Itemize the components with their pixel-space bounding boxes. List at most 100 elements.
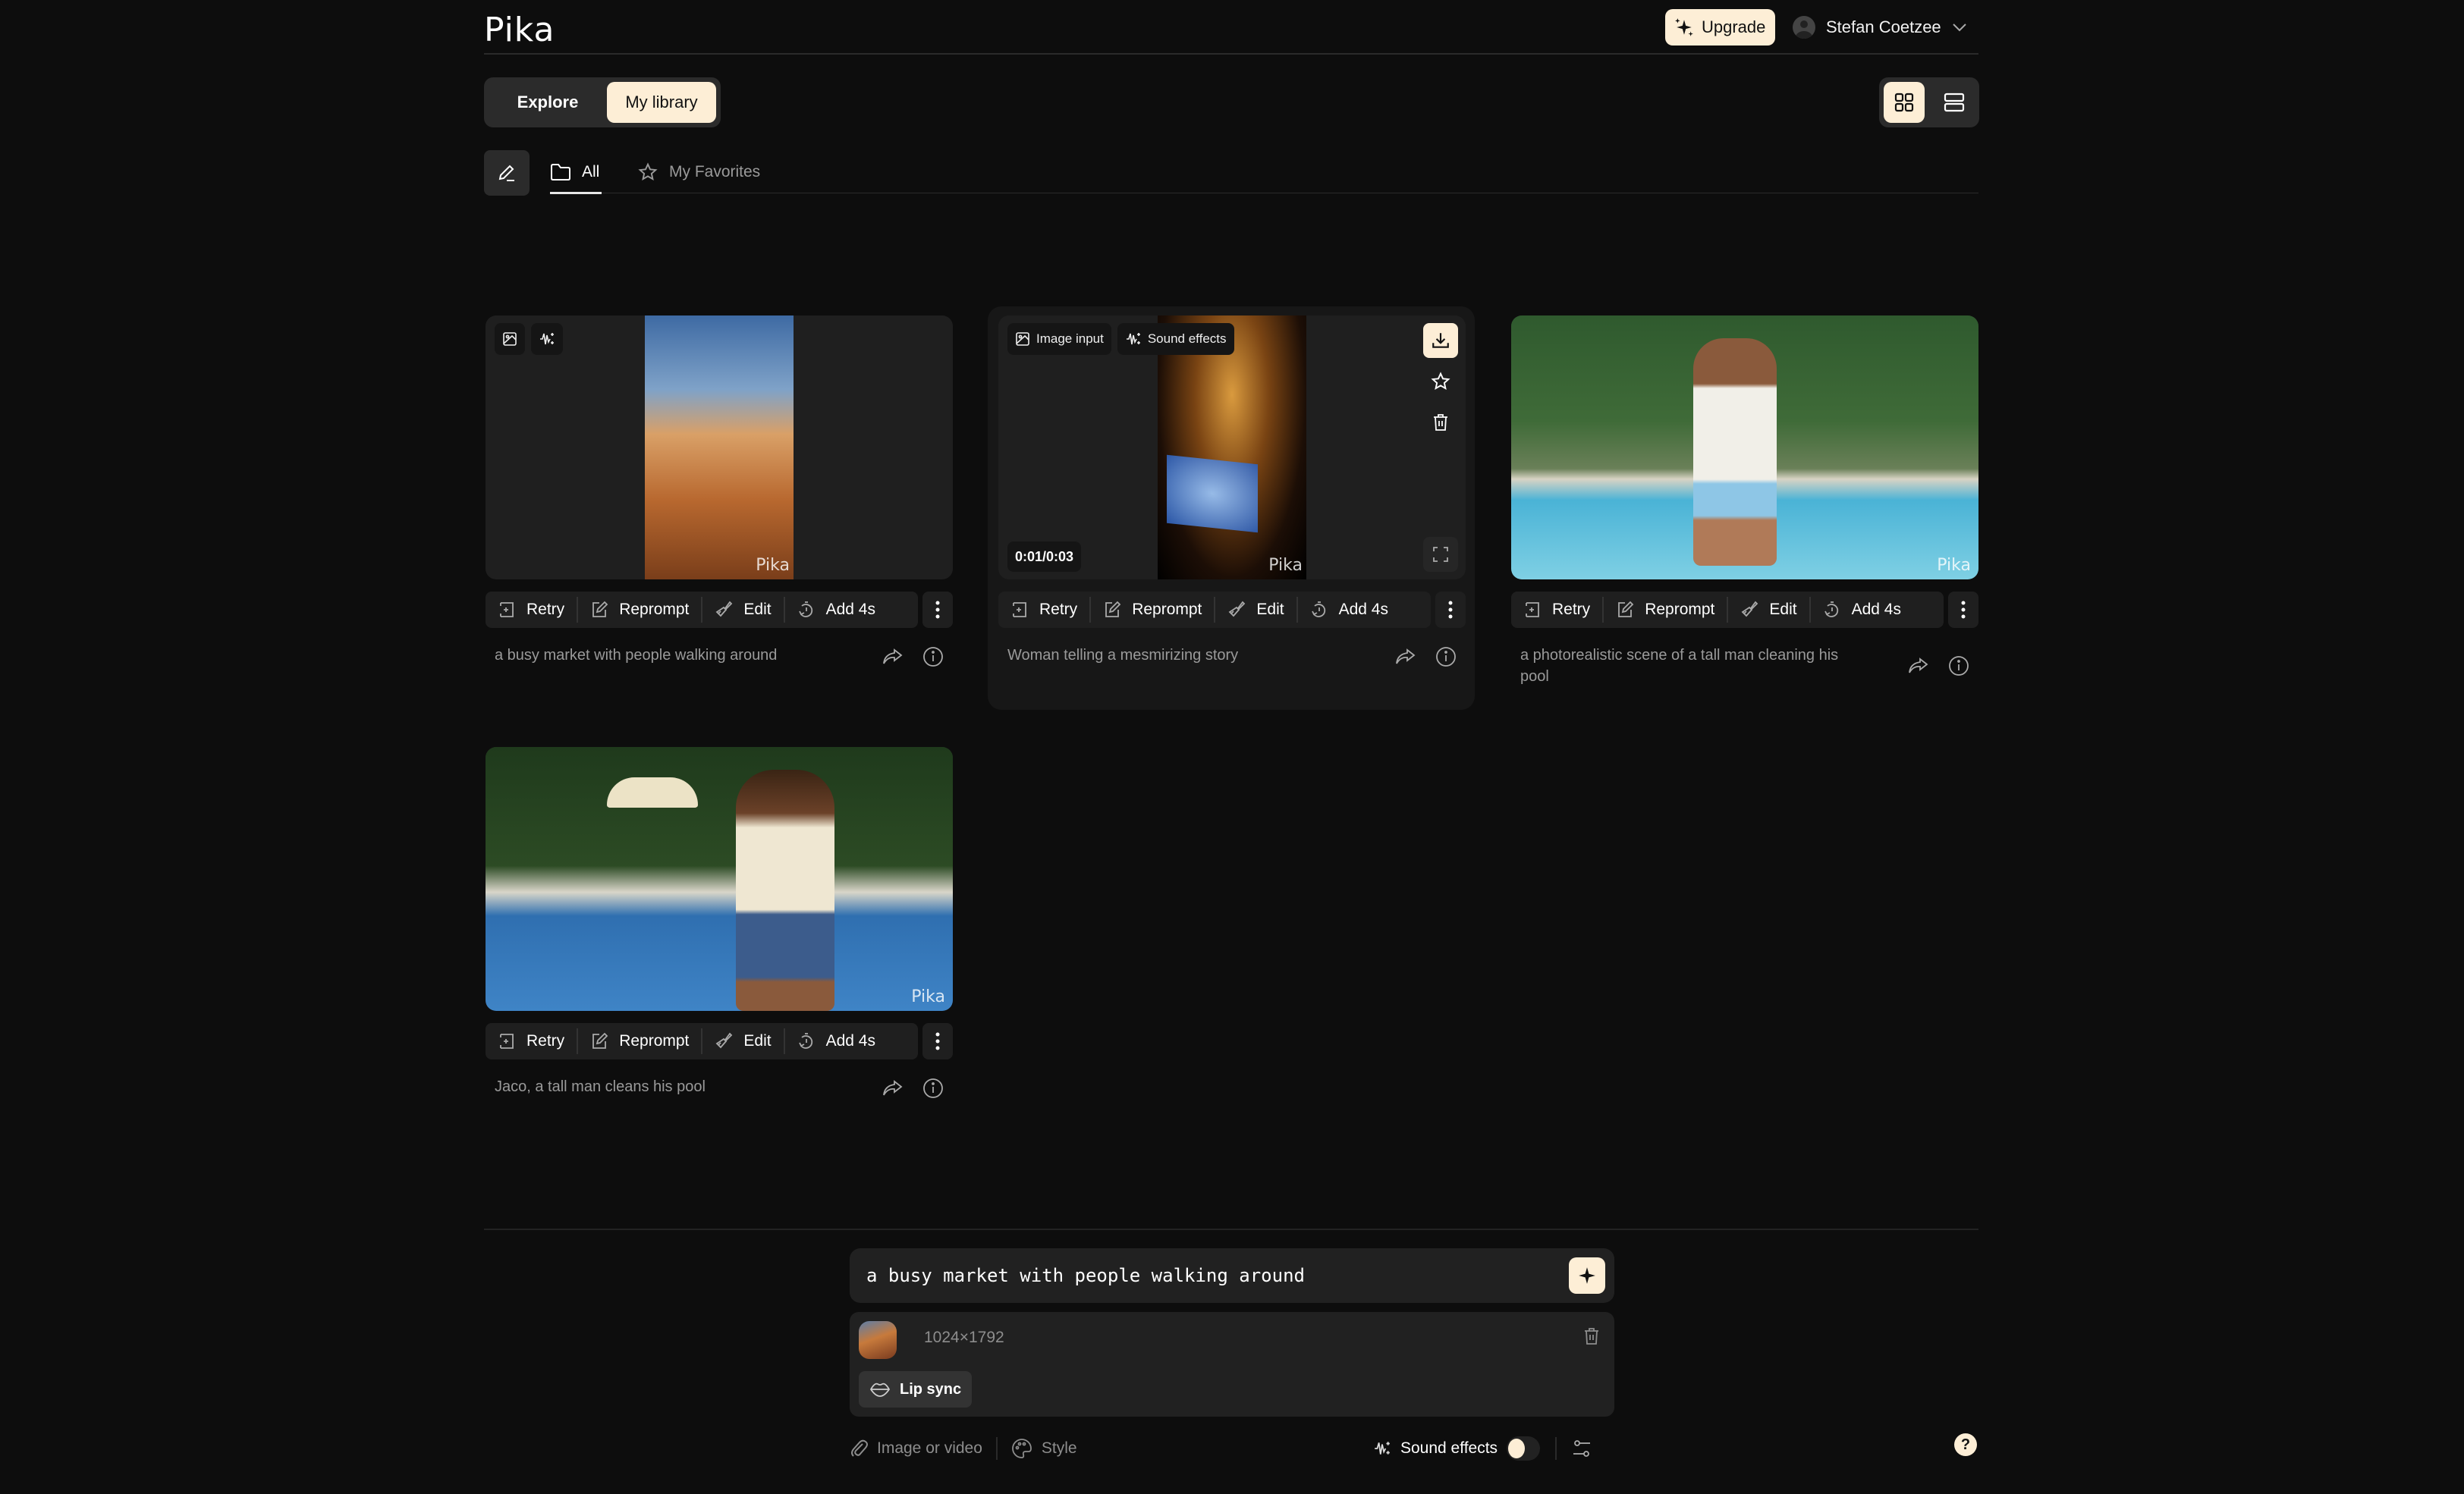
my-library-tab[interactable]: My library: [607, 82, 716, 123]
grid-icon: [1894, 92, 1915, 113]
retry-icon: [498, 601, 516, 619]
lip-sync-button[interactable]: Lip sync: [859, 1371, 973, 1408]
trash-icon: [1432, 413, 1450, 432]
fullscreen-button[interactable]: [1423, 537, 1458, 572]
add-4s-button[interactable]: Add 4s: [1298, 592, 1400, 628]
palette-icon: [1011, 1438, 1032, 1459]
star-icon: [637, 162, 658, 182]
video-caption: a photorealistic scene of a tall man cle…: [1520, 647, 1839, 685]
more-options-button[interactable]: [1435, 592, 1466, 628]
retry-button[interactable]: Retry: [486, 1023, 577, 1059]
add-4s-button[interactable]: Add 4s: [1811, 592, 1913, 628]
share-icon[interactable]: [882, 648, 903, 666]
brush-icon: [715, 1032, 733, 1050]
timer-icon: [1823, 601, 1841, 619]
retry-button[interactable]: Retry: [486, 592, 577, 628]
active-tab-indicator: [550, 192, 602, 194]
download-icon: [1431, 331, 1450, 350]
retry-button[interactable]: Retry: [998, 592, 1089, 628]
section-switcher: Explore My library: [484, 77, 721, 127]
tab-my-favorites[interactable]: My Favorites: [637, 155, 760, 190]
info-icon[interactable]: [1435, 646, 1457, 667]
more-options-button[interactable]: [922, 592, 953, 628]
retry-button[interactable]: Retry: [1511, 592, 1602, 628]
sound-effects-badge: [531, 323, 563, 355]
share-icon[interactable]: [1907, 657, 1928, 675]
info-icon[interactable]: [922, 1078, 944, 1099]
video-preview[interactable]: Pika: [1511, 315, 1978, 579]
watermark: Pika: [911, 987, 945, 1006]
add-4s-button[interactable]: Add 4s: [785, 592, 888, 628]
watermark: Pika: [1937, 556, 1971, 575]
video-card[interactable]: Image input Sound effects 0:01/0:03 Pika…: [998, 315, 1466, 667]
paperclip-icon: [850, 1438, 868, 1459]
sound-wave-icon: [1373, 1439, 1391, 1458]
header-divider: [484, 53, 1978, 55]
reprompt-button[interactable]: Reprompt: [1604, 592, 1727, 628]
edit-button[interactable]: Edit: [702, 1023, 783, 1059]
new-creation-button[interactable]: [484, 150, 530, 196]
tab-all-label: All: [582, 163, 600, 180]
video-caption: Jaco, a tall man cleans his pool: [495, 1078, 706, 1095]
video-caption: Woman telling a mesmirizing story: [1007, 647, 1239, 664]
explore-tab[interactable]: Explore: [489, 82, 607, 123]
remove-attachment-button[interactable]: [1582, 1326, 1601, 1347]
download-button[interactable]: [1423, 323, 1458, 358]
more-options-button[interactable]: [922, 1023, 953, 1059]
card-toolbar: Retry Reprompt Edit Add 4s: [1511, 592, 1978, 628]
person-figure: [1693, 338, 1777, 566]
info-icon[interactable]: [922, 646, 944, 667]
upgrade-label: Upgrade: [1702, 17, 1766, 36]
sparkle-icon: [1577, 1266, 1597, 1285]
video-card[interactable]: Pika Retry Reprompt Edit Add 4s: [486, 315, 953, 667]
image-or-video-button[interactable]: Image or video: [850, 1438, 982, 1459]
video-card[interactable]: Pika Retry Reprompt Edit Add 4s: [486, 747, 953, 1099]
retry-icon: [498, 1032, 516, 1050]
view-mode-toggle: [1879, 77, 1979, 127]
help-button[interactable]: ?: [1954, 1433, 1977, 1456]
reprompt-button[interactable]: Reprompt: [578, 1023, 701, 1059]
edit-button[interactable]: Edit: [1728, 592, 1809, 628]
video-preview[interactable]: Image input Sound effects 0:01/0:03 Pika: [998, 315, 1466, 579]
brush-icon: [1227, 601, 1246, 619]
edit-button[interactable]: Edit: [1215, 592, 1296, 628]
tab-all[interactable]: All: [550, 155, 599, 190]
video-card[interactable]: Pika Retry Reprompt Edit Add 4s: [1511, 315, 1978, 687]
reprompt-button[interactable]: Reprompt: [578, 592, 701, 628]
more-vertical-icon: [935, 601, 940, 619]
more-options-button[interactable]: [1948, 592, 1978, 628]
grid-view-button[interactable]: [1884, 82, 1925, 123]
lips-icon: [869, 1381, 891, 1398]
add-4s-button[interactable]: Add 4s: [785, 1023, 888, 1059]
edit-square-icon: [1616, 601, 1634, 619]
share-icon[interactable]: [882, 1079, 903, 1097]
rows-icon: [1944, 92, 1965, 113]
video-preview[interactable]: Pika: [486, 315, 953, 579]
pika-logo[interactable]: Pika: [484, 11, 555, 49]
sound-effects-toggle[interactable]: [1507, 1436, 1541, 1461]
video-preview[interactable]: Pika: [486, 747, 953, 1011]
style-button[interactable]: Style: [1011, 1438, 1077, 1459]
edit-button[interactable]: Edit: [702, 592, 783, 628]
sound-wave-icon: [539, 331, 555, 347]
video-caption: a busy market with people walking around: [495, 647, 778, 664]
share-icon[interactable]: [1394, 648, 1416, 666]
upgrade-button[interactable]: Upgrade: [1665, 9, 1775, 46]
delete-button[interactable]: [1423, 405, 1458, 440]
brush-icon: [715, 601, 733, 619]
sound-effects-badge: Sound effects: [1117, 323, 1234, 355]
favorite-button[interactable]: [1423, 364, 1458, 399]
user-menu[interactable]: Stefan Coetzee: [1793, 12, 1967, 42]
attachment-thumbnail[interactable]: [859, 1321, 897, 1359]
info-icon[interactable]: [1948, 655, 1969, 676]
composer-options-left: Image or video Style: [850, 1433, 1077, 1464]
image-input-badge: Image input: [1007, 323, 1111, 355]
list-view-button[interactable]: [1934, 82, 1975, 123]
generate-button[interactable]: [1569, 1257, 1605, 1294]
prompt-input[interactable]: [866, 1265, 1534, 1286]
chevron-down-icon: [1952, 23, 1967, 32]
pencil-icon: [496, 162, 517, 184]
settings-sliders-icon[interactable]: [1572, 1439, 1592, 1458]
reprompt-button[interactable]: Reprompt: [1091, 592, 1214, 628]
composer-divider: [484, 1229, 1978, 1230]
